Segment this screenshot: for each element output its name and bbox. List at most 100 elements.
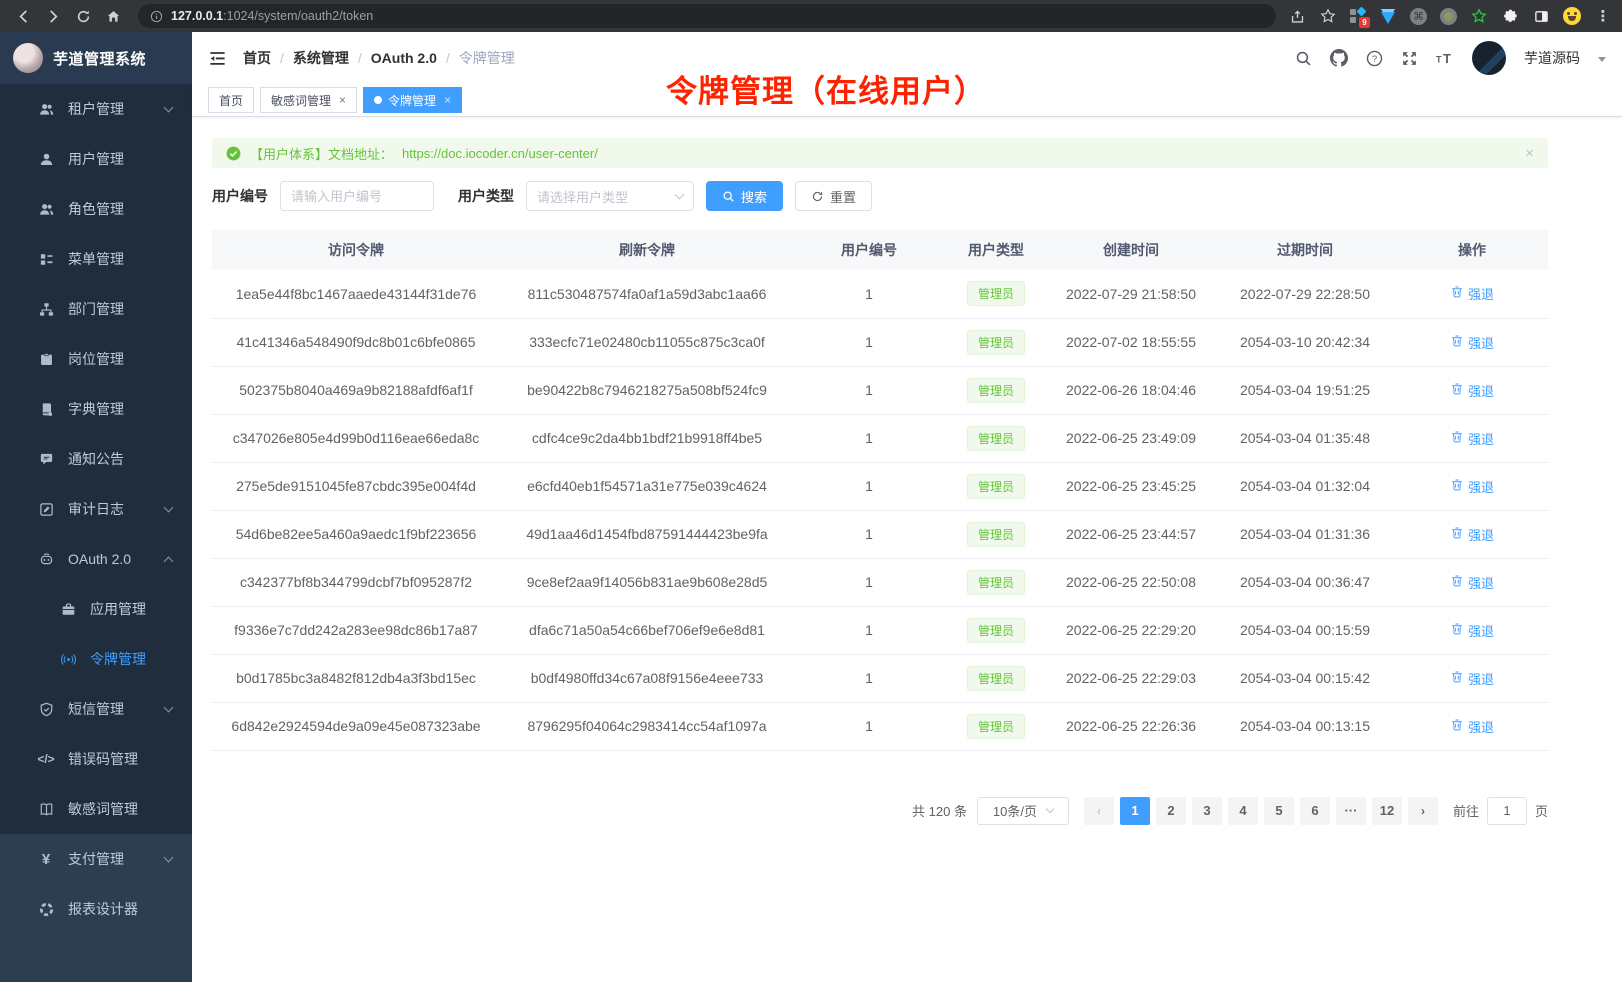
success-alert: 【用户体系】文档地址： https://doc.iocoder.cn/user-… <box>212 138 1548 168</box>
sidebar-item-敏感词管理[interactable]: 敏感词管理 <box>0 784 192 834</box>
tab-close-icon[interactable]: × <box>444 93 451 107</box>
sidebar-item-label: 角色管理 <box>68 199 124 219</box>
created-time-cell: 2022-06-25 23:44:57 <box>1048 510 1214 558</box>
alert-doc-link[interactable]: https://doc.iocoder.cn/user-center/ <box>402 146 598 161</box>
sidebar-item-label: 错误码管理 <box>68 749 138 769</box>
back-icon[interactable] <box>10 3 36 29</box>
tab-敏感词管理[interactable]: 敏感词管理× <box>260 87 357 113</box>
sidebar-item-用户管理[interactable]: 用户管理 <box>0 134 192 184</box>
fullscreen-icon[interactable] <box>1401 50 1418 67</box>
sidebar-item-label: 报表设计器 <box>68 899 138 919</box>
column-header: 用户类型 <box>944 230 1048 270</box>
sidebar-item-审计日志[interactable]: 审计日志 <box>0 484 192 534</box>
org-chart-icon <box>38 302 54 317</box>
reload-icon[interactable] <box>70 3 96 29</box>
prev-page-button[interactable]: ‹ <box>1084 797 1114 825</box>
force-logout-button[interactable]: 强退 <box>1450 717 1494 736</box>
extensions-icon[interactable]: 9 <box>1350 8 1366 24</box>
alert-close-icon[interactable]: × <box>1525 145 1534 162</box>
tab-close-icon[interactable]: × <box>339 93 346 107</box>
user-avatar[interactable] <box>1472 41 1506 75</box>
page-button-5[interactable]: 5 <box>1264 797 1294 825</box>
search-icon[interactable] <box>1295 50 1312 67</box>
sidebar-item-支付管理[interactable]: ¥ 支付管理 <box>0 834 192 884</box>
reset-button[interactable]: 重置 <box>795 181 872 211</box>
next-page-button[interactable]: › <box>1408 797 1438 825</box>
star-extension-icon[interactable] <box>1470 7 1488 25</box>
breadcrumb-item[interactable]: 系统管理 <box>293 48 349 68</box>
force-logout-button[interactable]: 强退 <box>1450 573 1494 592</box>
sidebar-item-错误码管理[interactable]: </> 错误码管理 <box>0 734 192 784</box>
tab-令牌管理[interactable]: 令牌管理× <box>363 87 462 113</box>
column-header: 访问令牌 <box>212 230 500 270</box>
sidebar-item-应用管理[interactable]: 应用管理 <box>0 584 192 634</box>
user-type-select[interactable]: 请选择用户类型 <box>526 181 694 211</box>
chevron-down-icon <box>675 190 685 200</box>
force-logout-button[interactable]: 强退 <box>1450 333 1494 352</box>
user-type-badge: 管理员 <box>967 570 1025 595</box>
forward-icon[interactable] <box>40 3 66 29</box>
search-button[interactable]: 搜索 <box>706 181 783 211</box>
share-icon[interactable] <box>1288 7 1306 25</box>
address-bar[interactable]: 127.0.0.1:1024/system/oauth2/token <box>138 4 1276 28</box>
user-id-input[interactable] <box>280 181 434 211</box>
split-view-icon[interactable] <box>1532 7 1550 25</box>
sidebar-item-OAuth 2.0[interactable]: OAuth 2.0 <box>0 534 192 584</box>
force-logout-button[interactable]: 强退 <box>1450 525 1494 544</box>
help-icon[interactable]: ? <box>1366 50 1383 67</box>
sidebar-item-部门管理[interactable]: 部门管理 <box>0 284 192 334</box>
sidebar-item-字典管理[interactable]: 字典管理 <box>0 384 192 434</box>
page-button-6[interactable]: 6 <box>1300 797 1330 825</box>
sidebar-item-label: 岗位管理 <box>68 349 124 369</box>
sidebar-item-岗位管理[interactable]: 岗位管理 <box>0 334 192 384</box>
force-logout-button[interactable]: 强退 <box>1450 381 1494 400</box>
page-size-select[interactable]: 10条/页 <box>977 797 1069 825</box>
access-token-cell: 502375b8040a469a9b82188afdf6af1f <box>212 366 500 414</box>
force-logout-button[interactable]: 强退 <box>1450 284 1494 303</box>
jump-page-input[interactable] <box>1487 797 1527 825</box>
sidebar-item-报表设计器[interactable]: 报表设计器 <box>0 884 192 934</box>
user-name[interactable]: 芋道源码 <box>1524 48 1580 68</box>
sidebar-item-租户管理[interactable]: 租户管理 <box>0 84 192 134</box>
page-ellipsis[interactable]: ··· <box>1336 797 1366 825</box>
sidebar-item-短信管理[interactable]: 短信管理 <box>0 684 192 734</box>
force-logout-button[interactable]: 强退 <box>1450 621 1494 640</box>
gem-extension-icon[interactable] <box>1379 7 1397 25</box>
home-icon[interactable] <box>100 3 126 29</box>
page-button-1[interactable]: 1 <box>1120 797 1150 825</box>
expire-time-cell: 2054-03-04 00:15:42 <box>1214 654 1396 702</box>
dot-extension-icon[interactable] <box>1440 8 1457 25</box>
tab-首页[interactable]: 首页 <box>208 87 254 113</box>
github-icon[interactable] <box>1330 49 1348 67</box>
breadcrumb-item[interactable]: 首页 <box>243 48 271 68</box>
page-button-4[interactable]: 4 <box>1228 797 1258 825</box>
pagination: 共 120 条 10条/页 ‹ 123456···12 › 前往 页 <box>212 797 1548 825</box>
created-time-cell: 2022-06-26 18:04:46 <box>1048 366 1214 414</box>
font-size-icon[interactable]: TT <box>1436 50 1454 66</box>
refresh-token-cell: e6cfd40eb1f54571a31e775e039c4624 <box>500 462 794 510</box>
sidebar-item-label: 审计日志 <box>68 499 124 519</box>
app-logo[interactable]: 芋道管理系统 <box>0 32 192 84</box>
sidebar-item-菜单管理[interactable]: 菜单管理 <box>0 234 192 284</box>
sidebar-item-通知公告[interactable]: 通知公告 <box>0 434 192 484</box>
command-extension-icon[interactable]: ⌘ <box>1410 8 1427 25</box>
page-button-3[interactable]: 3 <box>1192 797 1222 825</box>
sidebar-toggle-icon[interactable] <box>208 49 227 68</box>
force-logout-button[interactable]: 强退 <box>1450 429 1494 448</box>
page-button-12[interactable]: 12 <box>1372 797 1402 825</box>
user-menu-caret-icon[interactable] <box>1598 57 1606 62</box>
sidebar-item-角色管理[interactable]: 角色管理 <box>0 184 192 234</box>
breadcrumb-item[interactable]: OAuth 2.0 <box>371 50 437 66</box>
bookmark-star-icon[interactable] <box>1319 7 1337 25</box>
profile-emoji-icon[interactable] <box>1563 7 1581 25</box>
browser-menu-icon[interactable]: ⋮ <box>1594 7 1612 25</box>
force-logout-button[interactable]: 强退 <box>1450 669 1494 688</box>
site-info-icon[interactable] <box>150 10 163 23</box>
page-button-2[interactable]: 2 <box>1156 797 1186 825</box>
puzzle-extension-icon[interactable] <box>1501 7 1519 25</box>
force-logout-button[interactable]: 强退 <box>1450 477 1494 496</box>
sidebar-item-令牌管理[interactable]: 令牌管理 <box>0 634 192 684</box>
column-header: 过期时间 <box>1214 230 1396 270</box>
sensitive-words-icon <box>38 802 54 817</box>
tenant-users-icon <box>38 102 54 117</box>
